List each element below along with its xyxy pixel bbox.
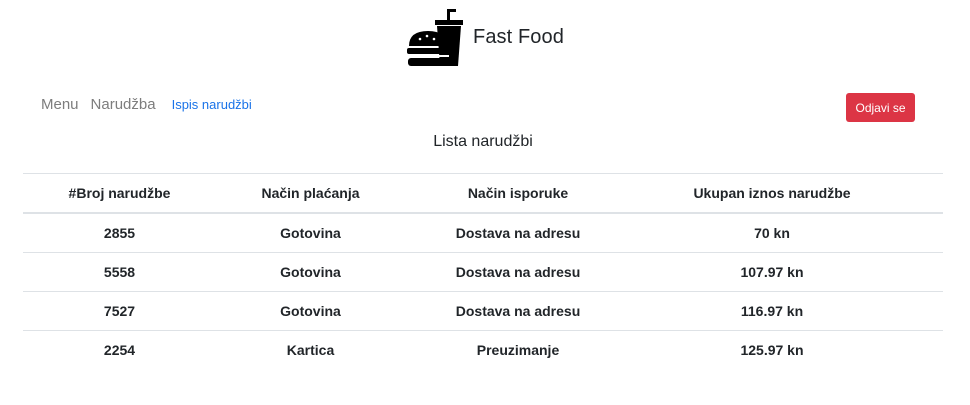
table-row: 7527 Gotovina Dostava na adresu 116.97 k… bbox=[23, 291, 943, 330]
total-amount-cell: 70 kn bbox=[754, 224, 790, 241]
delivery-method-cell: Dostava na adresu bbox=[455, 224, 581, 241]
payment-method-cell: Gotovina bbox=[280, 302, 341, 319]
payment-method-cell: Gotovina bbox=[280, 263, 341, 280]
nav-item-narudzba[interactable]: Narudžba bbox=[91, 96, 156, 113]
table-header-row: #Broj narudžbe Način plaćanja Način ispo… bbox=[23, 173, 943, 213]
brand: Fast Food bbox=[403, 6, 564, 68]
brand-title: Fast Food bbox=[473, 25, 564, 48]
total-amount-cell: 107.97 kn bbox=[740, 263, 804, 280]
delivery-method-cell: Dostava na adresu bbox=[455, 263, 581, 280]
order-number-cell: 5558 bbox=[103, 263, 136, 280]
payment-method-cell: Kartica bbox=[286, 341, 335, 358]
column-header-payment-method: Način plaćanja bbox=[261, 184, 360, 201]
delivery-method-cell: Preuzimanje bbox=[476, 341, 560, 358]
column-header-delivery-method: Način isporuke bbox=[467, 184, 569, 201]
table-row: 2254 Kartica Preuzimanje 125.97 kn bbox=[23, 330, 943, 369]
order-number-cell: 2254 bbox=[103, 341, 136, 358]
column-header-total-amount: Ukupan iznos narudžbe bbox=[693, 184, 851, 201]
total-amount-cell: 125.97 kn bbox=[740, 341, 804, 358]
logout-button[interactable]: Odjavi se bbox=[846, 93, 915, 122]
page: Fast Food Menu Narudžba Ispis narudžbi O… bbox=[0, 0, 970, 405]
nav-item-menu[interactable]: Menu bbox=[41, 96, 79, 113]
main-nav: Menu Narudžba Ispis narudžbi bbox=[41, 96, 264, 113]
total-amount-cell: 116.97 kn bbox=[740, 302, 804, 319]
order-number-cell: 2855 bbox=[103, 224, 136, 241]
spacer-cell bbox=[913, 330, 943, 369]
delivery-method-cell: Dostava na adresu bbox=[455, 302, 581, 319]
spacer-cell bbox=[913, 291, 943, 330]
burger-and-drink-icon bbox=[403, 6, 465, 68]
orders-table: #Broj narudžbe Način plaćanja Način ispo… bbox=[23, 173, 943, 369]
nav-item-ispis-narudzbi[interactable]: Ispis narudžbi bbox=[172, 97, 252, 112]
spacer-cell bbox=[913, 213, 943, 253]
order-number-cell: 7527 bbox=[103, 302, 136, 319]
column-header-order-number: #Broj narudžbe bbox=[68, 184, 171, 201]
table-row: 2855 Gotovina Dostava na adresu 70 kn bbox=[23, 213, 943, 253]
column-header-spacer bbox=[913, 174, 943, 213]
payment-method-cell: Gotovina bbox=[280, 224, 341, 241]
table-row: 5558 Gotovina Dostava na adresu 107.97 k… bbox=[23, 252, 943, 291]
page-title: Lista narudžbi bbox=[433, 133, 533, 150]
spacer-cell bbox=[913, 252, 943, 291]
